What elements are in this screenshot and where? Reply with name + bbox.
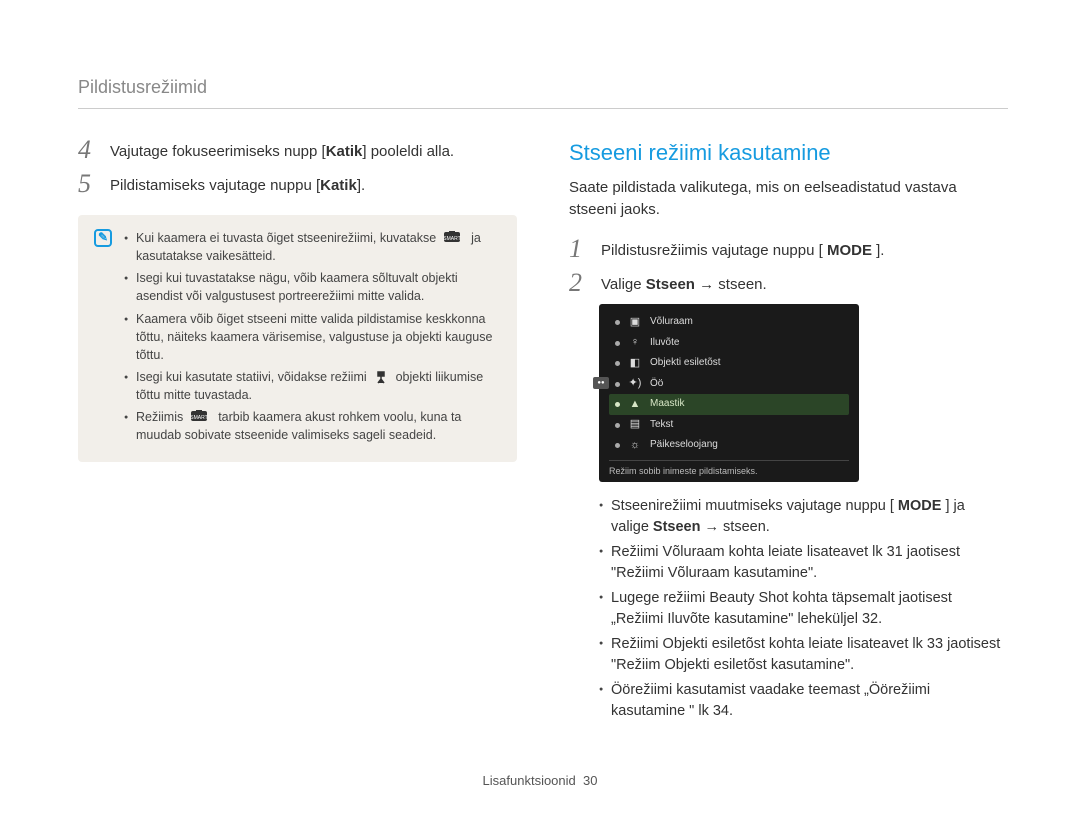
- step-number: 1: [569, 236, 587, 262]
- note-item: Kaamera võib õiget stseeni mitte valida …: [124, 310, 497, 364]
- info-bullets: Stseenirežiimi muutmiseks vajutage nuppu…: [599, 496, 1008, 722]
- step-number: 4: [78, 137, 96, 163]
- svg-text:SMART: SMART: [190, 415, 207, 421]
- note-item: Isegi kui kasutate statiivi, võidakse re…: [124, 368, 497, 404]
- landscape-icon: ▲: [628, 399, 642, 411]
- text: ].: [872, 242, 885, 259]
- text: Valige: [601, 276, 646, 293]
- left-column: 4 Vajutage fokuseerimiseks nupp [Katik] …: [78, 137, 517, 726]
- lcd-label: Tekst: [650, 418, 673, 433]
- sunset-icon: ☼: [628, 440, 642, 452]
- dot-icon: [615, 382, 620, 387]
- key-label: Stseen: [653, 519, 701, 535]
- bullet-item: Lugege režiimi Beauty Shot kohta täpsema…: [599, 588, 1002, 630]
- bullet-item: Öörežiimi kasutamist vaadake teemast „Öö…: [599, 680, 1002, 722]
- night-icon: ✦): [628, 378, 642, 390]
- text: Pildistusrežiimis vajutage nuppu [: [601, 242, 827, 259]
- content-columns: 4 Vajutage fokuseerimiseks nupp [Katik] …: [78, 137, 1008, 726]
- svg-text:SMART: SMART: [443, 236, 460, 242]
- smart-auto-icon: SMART: [440, 231, 468, 245]
- lcd-item-paikeseloojang: ☼ Päikeseloojang: [609, 435, 849, 456]
- video-indicator-icon: ●●: [593, 377, 609, 389]
- lcd-hint: Režiim sobib inimeste pildistamiseks.: [609, 460, 849, 478]
- lcd-label: Võluraam: [650, 315, 693, 330]
- dot-icon: [615, 402, 620, 407]
- smart-auto-icon: SMART: [187, 410, 215, 424]
- highlight-icon: ◧: [628, 358, 642, 370]
- key-label: Katik: [320, 177, 357, 194]
- dot-icon: [615, 341, 620, 346]
- page-footer: Lisafunktsioonid 30: [0, 772, 1080, 791]
- lcd-item-iluvote: ♀ Iluvõte: [609, 333, 849, 354]
- step-number: 5: [78, 171, 96, 197]
- note-item: Kui kaamera ei tuvasta õiget stseenireži…: [124, 229, 497, 265]
- key-label: Stseen: [646, 276, 695, 293]
- beauty-icon: ♀: [628, 337, 642, 349]
- text-icon: ▤: [628, 419, 642, 431]
- bullet-item: Režiimi Objekti esiletõst kohta leiate l…: [599, 634, 1002, 676]
- footer-section: Lisafunktsioonid: [483, 773, 576, 788]
- text: Režiimis: [136, 410, 187, 424]
- text: → stseen.: [695, 276, 767, 293]
- lcd-item-objekti: ◧ Objekti esiletõst: [609, 353, 849, 374]
- frame-icon: ▣: [628, 317, 642, 329]
- note-item: Režiimis SMART tarbib kaamera akust rohk…: [124, 408, 497, 444]
- lcd-item-tekst: ▤ Tekst: [609, 415, 849, 436]
- section-title: Stseeni režiimi kasutamine: [569, 137, 1008, 169]
- step-number: 2: [569, 270, 587, 296]
- text: Vajutage fokuseerimiseks nupp [: [110, 143, 326, 160]
- lcd-label: Päikeseloojang: [650, 438, 718, 453]
- text: → stseen.: [700, 519, 769, 535]
- step-4: 4 Vajutage fokuseerimiseks nupp [Katik] …: [78, 137, 517, 163]
- note-item: Isegi kui tuvastatakse nägu, võib kaamer…: [124, 269, 497, 305]
- lcd-item-voluraam: ▣ Võluraam: [609, 312, 849, 333]
- step-1: 1 Pildistusrežiimis vajutage nuppu [ MOD…: [569, 236, 1008, 262]
- note-icon: ✎: [94, 229, 112, 247]
- step-5: 5 Pildistamiseks vajutage nuppu [Katik].: [78, 171, 517, 197]
- lcd-label: Maastik: [650, 397, 684, 412]
- text: ].: [357, 177, 365, 194]
- tripod-icon: [370, 370, 392, 384]
- text: Stseenirežiimi muutmiseks vajutage nuppu…: [611, 498, 898, 514]
- lcd-label: Öö: [650, 377, 663, 392]
- lcd-item-maastik-selected: ▲ Maastik: [609, 394, 849, 415]
- page-header: Pildistusrežiimid: [78, 74, 1008, 109]
- right-column: Stseeni režiimi kasutamine Saate pildist…: [569, 137, 1008, 726]
- lcd-item-oo: ●● ✦) Öö: [609, 374, 849, 395]
- lcd-label: Objekti esiletõst: [650, 356, 721, 371]
- lcd-screenshot: ▣ Võluraam ♀ Iluvõte ◧ Objekti esiletõst…: [599, 304, 859, 482]
- step-text: Valige Stseen → stseen.: [601, 270, 1008, 296]
- text: Isegi kui kasutate statiivi, võidakse re…: [136, 370, 370, 384]
- text: Pildistamiseks vajutage nuppu [: [110, 177, 320, 194]
- dot-icon: [615, 423, 620, 428]
- note-box: ✎ Kui kaamera ei tuvasta õiget stseenire…: [78, 215, 517, 462]
- dot-icon: [615, 443, 620, 448]
- step-text: Pildistamiseks vajutage nuppu [Katik].: [110, 171, 517, 197]
- dot-icon: [615, 320, 620, 325]
- note-list: Kui kaamera ei tuvasta õiget stseenireži…: [124, 229, 497, 448]
- section-intro: Saate pildistada valikutega, mis on eels…: [569, 177, 1008, 221]
- key-label: Katik: [326, 143, 363, 160]
- text: ] pooleldi alla.: [362, 143, 454, 160]
- step-text: Vajutage fokuseerimiseks nupp [Katik] po…: [110, 137, 517, 163]
- text: Kui kaamera ei tuvasta õiget stseenireži…: [136, 231, 440, 245]
- lcd-label: Iluvõte: [650, 336, 679, 351]
- step-2: 2 Valige Stseen → stseen.: [569, 270, 1008, 296]
- page-number: 30: [583, 773, 597, 788]
- key-label: MODE: [827, 242, 872, 259]
- bullet-item: Stseenirežiimi muutmiseks vajutage nuppu…: [599, 496, 1002, 538]
- bullet-item: Režiimi Võluraam kohta leiate lisateavet…: [599, 542, 1002, 584]
- key-label: MODE: [898, 498, 942, 514]
- dot-icon: [615, 361, 620, 366]
- step-text: Pildistusrežiimis vajutage nuppu [ MODE …: [601, 236, 1008, 262]
